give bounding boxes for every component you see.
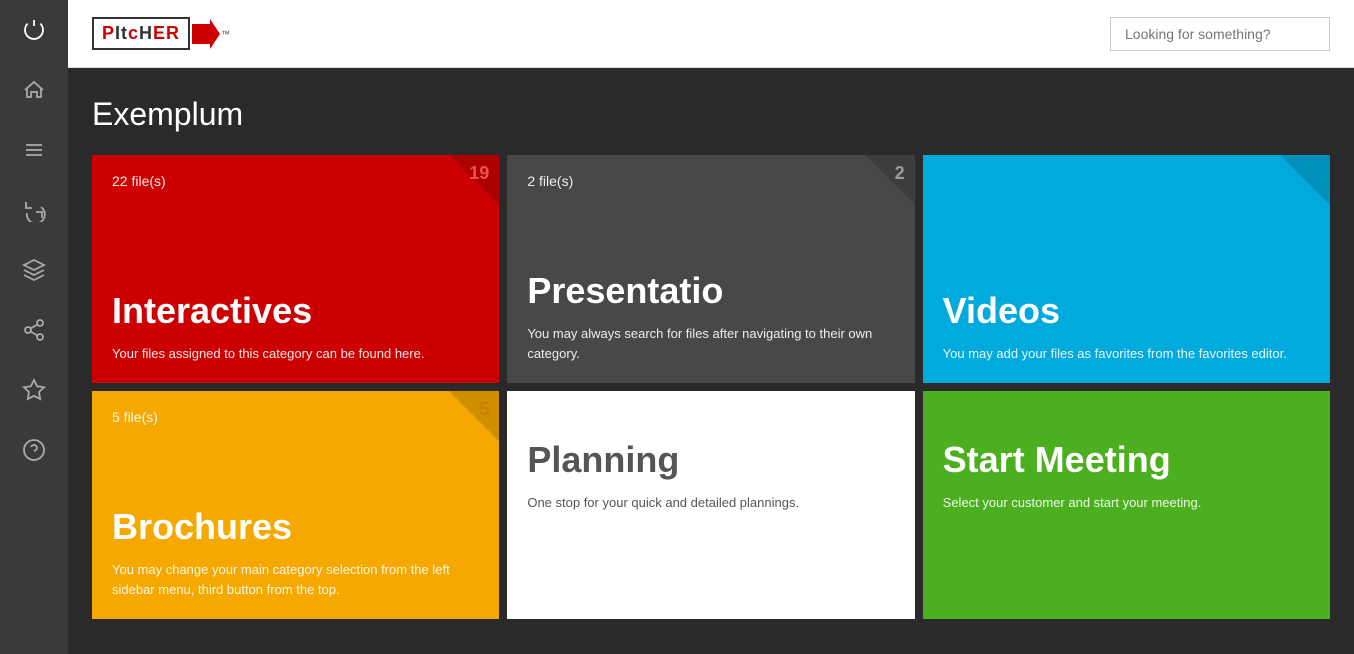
- sidebar-icon-power[interactable]: [0, 0, 68, 60]
- badge-interactives: 19: [469, 163, 489, 184]
- logo: PItcHER ™: [92, 17, 230, 50]
- card-presentations[interactable]: 2 2 file(s) Presentatio You may always s…: [507, 155, 914, 383]
- sidebar-icon-star[interactable]: [0, 360, 68, 420]
- sidebar-icon-share[interactable]: [0, 300, 68, 360]
- card-title-brochures: Brochures: [112, 506, 479, 548]
- badge-brochures: 5: [479, 399, 489, 420]
- card-desc-interactives: Your files assigned to this category can…: [112, 344, 479, 364]
- sidebar: [0, 0, 68, 654]
- card-brochures[interactable]: 5 5 file(s) Brochures You may change you…: [92, 391, 499, 619]
- badge-presentations: 2: [895, 163, 905, 184]
- logo-box: PItcHER: [92, 17, 190, 50]
- corner-triangle-videos: [1280, 155, 1330, 205]
- sidebar-icon-layers[interactable]: [0, 240, 68, 300]
- content-area: Exemplum 19 22 file(s) Interactives Your…: [68, 68, 1354, 654]
- sidebar-icon-help[interactable]: [0, 420, 68, 480]
- card-desc-brochures: You may change your main category select…: [112, 560, 479, 599]
- card-interactives[interactable]: 19 22 file(s) Interactives Your files as…: [92, 155, 499, 383]
- card-files-brochures: 5 file(s): [112, 409, 479, 425]
- trademark: ™: [221, 29, 230, 39]
- card-title-start-meeting: Start Meeting: [943, 439, 1310, 481]
- search-input[interactable]: [1110, 17, 1330, 51]
- card-desc-planning: One stop for your quick and detailed pla…: [527, 493, 894, 513]
- logo-arrow-icon: [192, 19, 220, 49]
- card-files-presentations: 2 file(s): [527, 173, 894, 189]
- page-title: Exemplum: [92, 96, 1330, 133]
- corner-triangle-presentations: [865, 155, 915, 205]
- corner-triangle-brochures: [449, 391, 499, 441]
- card-title-planning: Planning: [527, 439, 894, 481]
- header: PItcHER ™: [68, 0, 1354, 68]
- card-title-interactives: Interactives: [112, 290, 479, 332]
- card-videos[interactable]: Videos You may add your files as favorit…: [923, 155, 1330, 383]
- card-planning[interactable]: Planning One stop for your quick and det…: [507, 391, 914, 619]
- card-files-interactives: 22 file(s): [112, 173, 479, 189]
- card-desc-start-meeting: Select your customer and start your meet…: [943, 493, 1310, 513]
- sidebar-icon-home[interactable]: [0, 60, 68, 120]
- logo-text: PItcHER: [102, 23, 180, 44]
- card-desc-videos: You may add your files as favorites from…: [943, 344, 1310, 364]
- card-desc-presentations: You may always search for files after na…: [527, 324, 894, 363]
- cards-grid: 19 22 file(s) Interactives Your files as…: [92, 155, 1330, 619]
- sidebar-icon-list[interactable]: [0, 120, 68, 180]
- card-title-presentations: Presentatio: [527, 270, 894, 312]
- sidebar-icon-refresh[interactable]: [0, 180, 68, 240]
- main-area: PItcHER ™ Exemplum 19 22 file(s) Interac…: [68, 0, 1354, 654]
- card-title-videos: Videos: [943, 290, 1310, 332]
- card-start-meeting[interactable]: Start Meeting Select your customer and s…: [923, 391, 1330, 619]
